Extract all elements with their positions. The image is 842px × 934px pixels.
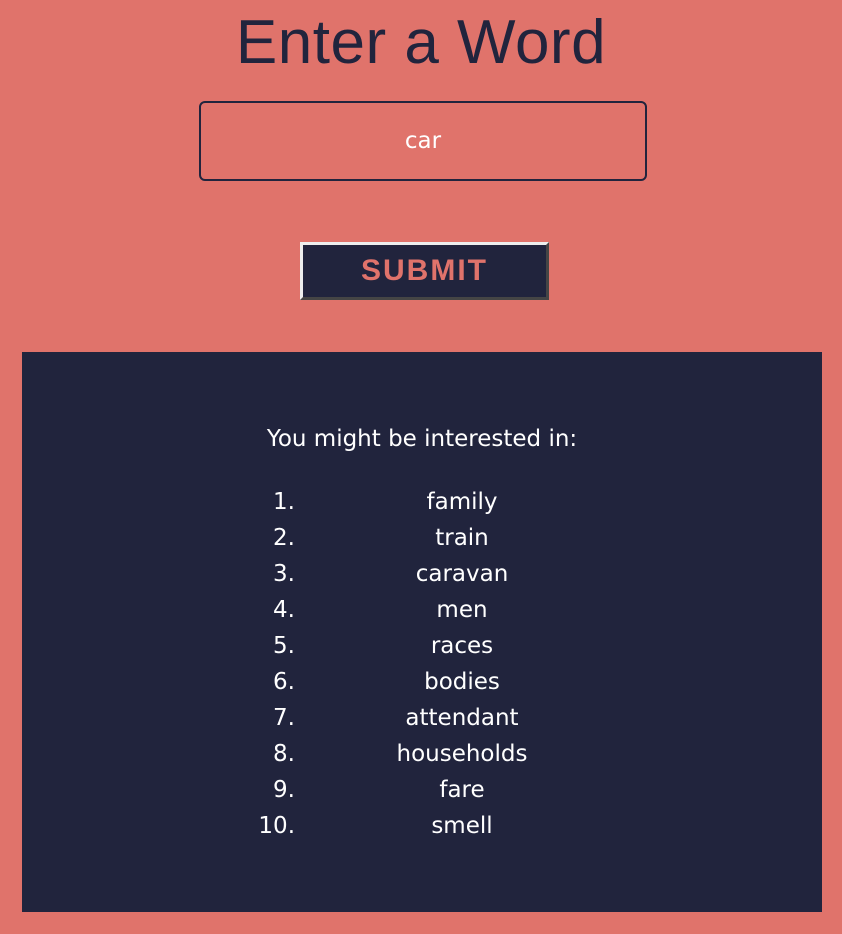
word-input[interactable] [199,101,647,181]
list-item-word: men [436,597,488,623]
list-item-word: households [396,741,528,767]
results-intro: You might be interested in: [266,426,578,452]
list-item: 5. races [22,628,822,664]
page-title: Enter a Word [235,8,607,77]
list-item: 10. smell [22,808,822,844]
list-item-word: train [435,525,489,551]
list-item-word: caravan [415,561,509,587]
list-item-word: fare [439,777,485,803]
list-item-number: 6. [273,669,295,695]
list-item-word: bodies [424,669,500,695]
list-item-word: attendant [405,705,519,731]
list-item: 9. fare [22,772,822,808]
list-item-number: 8. [273,741,295,767]
list-item-number: 10. [258,813,295,839]
list-item-number: 4. [273,597,295,623]
list-item-word: smell [431,813,493,839]
list-item: 3. caravan [22,556,822,592]
list-item-number: 1. [273,489,295,515]
list-item: 6. bodies [22,664,822,700]
submit-button[interactable]: SUBMIT [300,242,549,300]
list-item: 4. men [22,592,822,628]
list-item: 7. attendant [22,700,822,736]
list-item: 8. households [22,736,822,772]
list-item-word: family [426,489,498,515]
list-item: 1. family [22,484,822,520]
list-item-number: 3. [273,561,295,587]
list-item-number: 5. [273,633,295,659]
list-item-word: races [430,633,494,659]
list-item-number: 9. [273,777,295,803]
list-item-number: 2. [273,525,295,551]
results-panel: You might be interested in: 1. family 2. tr… [22,352,822,912]
list-item: 2. train [22,520,822,556]
list-item-number: 7. [273,705,295,731]
